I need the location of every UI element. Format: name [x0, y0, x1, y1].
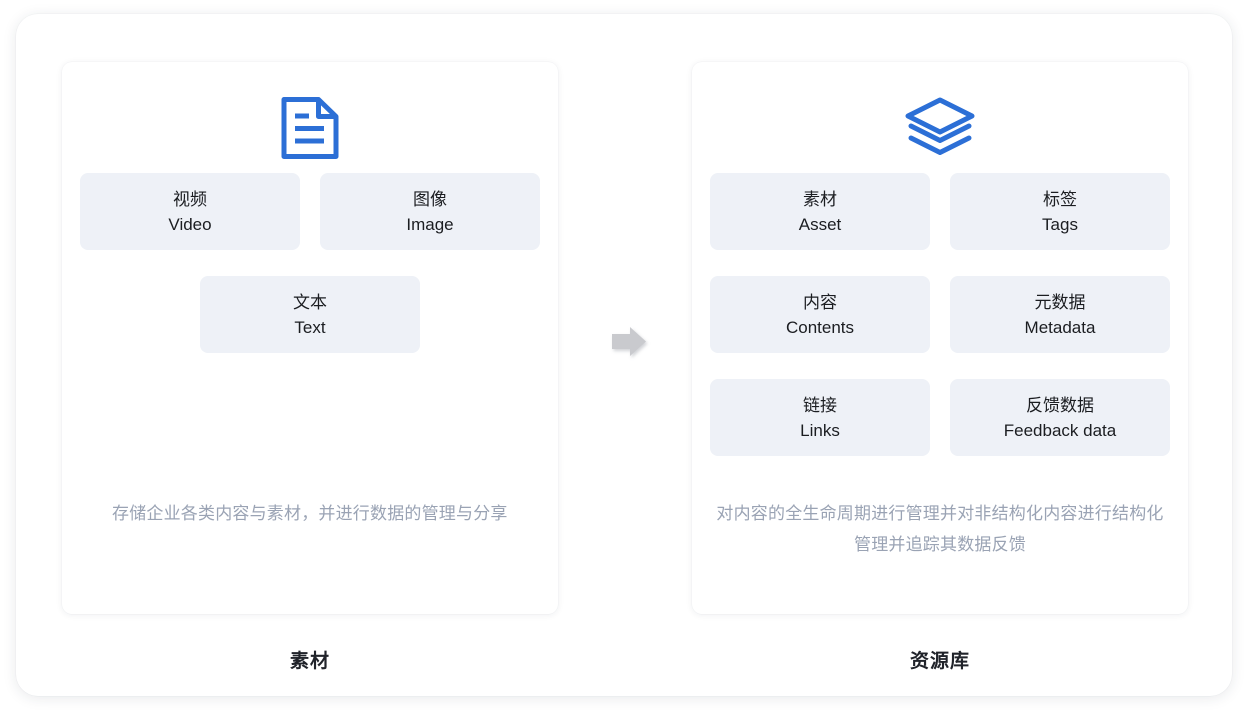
panel-description: 存储企业各类内容与素材，并进行数据的管理与分享: [112, 504, 508, 523]
column-asset: 视频 Video 图像 Image 文本 Text 存储企业各类内容与素材，并进…: [62, 62, 558, 673]
chip-label-cn: 文本: [293, 292, 327, 312]
screenshot-root: 视频 Video 图像 Image 文本 Text 存储企业各类内容与素材，并进…: [0, 0, 1248, 713]
chip-list-repository: 素材 Asset 标签 Tags 内容 Contents 元数据 Metadat…: [692, 173, 1188, 456]
chip-item[interactable]: 素材 Asset: [710, 173, 930, 250]
chip-label-en: Feedback data: [1003, 420, 1117, 440]
panel-repository: 素材 Asset 标签 Tags 内容 Contents 元数据 Metadat…: [692, 62, 1188, 614]
chip-label-cn: 图像: [413, 189, 447, 209]
panel-description: 对内容的全生命周期进行管理并对非结构化内容进行结构化管理并追踪其数据反馈: [716, 504, 1164, 554]
column-caption: 资源库: [909, 651, 970, 672]
chip-label-cn: 内容: [803, 292, 837, 312]
document-icon: [62, 92, 558, 164]
column-repository: 素材 Asset 标签 Tags 内容 Contents 元数据 Metadat…: [692, 62, 1188, 673]
chip-list-asset: 视频 Video 图像 Image 文本 Text: [62, 173, 558, 353]
chip-label-cn: 素材: [803, 189, 837, 209]
chip-item[interactable]: 反馈数据 Feedback data: [950, 379, 1170, 456]
chip-label-cn: 链接: [803, 395, 837, 415]
chip-label-en: Contents: [785, 317, 855, 337]
chip-item[interactable]: 视频 Video: [80, 173, 300, 250]
chip-label-en: Asset: [798, 214, 842, 234]
chip-item[interactable]: 链接 Links: [710, 379, 930, 456]
chip-label-en: Tags: [1042, 214, 1078, 234]
layers-icon: [692, 92, 1188, 164]
chip-label-cn: 标签: [1043, 189, 1077, 209]
panel-asset: 视频 Video 图像 Image 文本 Text 存储企业各类内容与素材，并进…: [62, 62, 558, 614]
chip-label-cn: 反馈数据: [1026, 395, 1094, 415]
chip-label-en: Links: [800, 420, 840, 440]
chip-label-en: Video: [168, 214, 212, 234]
column-caption: 素材: [289, 651, 330, 672]
columns-container: 视频 Video 图像 Image 文本 Text 存储企业各类内容与素材，并进…: [16, 14, 1232, 696]
arrow-right-icon: [608, 322, 652, 362]
chip-label-en: Image: [406, 214, 454, 234]
chip-item[interactable]: 文本 Text: [200, 276, 420, 353]
chip-label-cn: 元数据: [1034, 292, 1086, 312]
chip-item[interactable]: 图像 Image: [320, 173, 540, 250]
chip-label-cn: 视频: [173, 189, 207, 209]
chip-label-en: Metadata: [1024, 317, 1096, 337]
diagram-card: 视频 Video 图像 Image 文本 Text 存储企业各类内容与素材，并进…: [16, 14, 1232, 696]
chip-label-en: Text: [294, 317, 326, 337]
chip-item[interactable]: 内容 Contents: [710, 276, 930, 353]
chip-item[interactable]: 标签 Tags: [950, 173, 1170, 250]
chip-item[interactable]: 元数据 Metadata: [950, 276, 1170, 353]
